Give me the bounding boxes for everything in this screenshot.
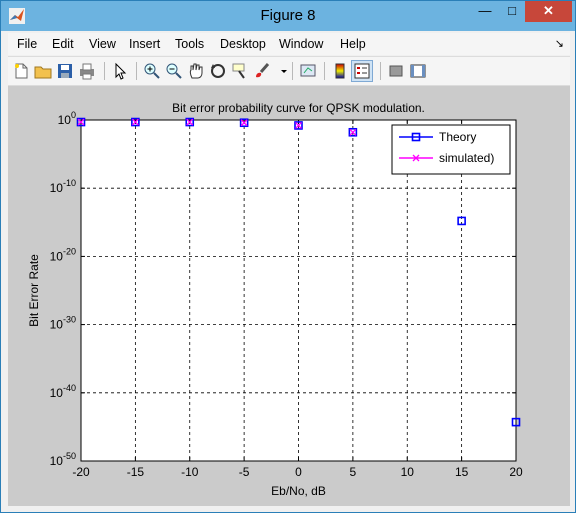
simulated-legend-label: simulated)	[439, 151, 494, 165]
colorbar-icon[interactable]	[330, 61, 350, 81]
edit-plot-icon[interactable]	[110, 61, 130, 81]
close-button[interactable]: ✕	[525, 1, 572, 22]
save-icon[interactable]	[55, 61, 75, 81]
figure-canvas[interactable]: -20 -15 -10 -5 0 5 10 15 20 100 10-10 10-20 10-30 10-…	[8, 86, 570, 506]
menu-tools[interactable]: Tools	[175, 37, 204, 51]
x-tick-label: -5	[239, 465, 250, 479]
menu-window[interactable]: Window	[279, 37, 323, 51]
menu-view[interactable]: View	[89, 37, 116, 51]
print-icon[interactable]	[77, 61, 97, 81]
title-bar[interactable]: Figure 8 — □ ✕	[1, 1, 575, 31]
x-tick-label: 10	[401, 465, 415, 479]
figure-toolbar	[8, 56, 570, 86]
brush-dropdown-icon[interactable]	[274, 61, 287, 81]
x-tick-label: 5	[350, 465, 357, 479]
menu-desktop[interactable]: Desktop	[220, 37, 266, 51]
menu-bar: File Edit View Insert Tools Desktop Wind…	[8, 33, 570, 55]
x-tick-label: 20	[509, 465, 523, 479]
menu-edit[interactable]: Edit	[52, 37, 74, 51]
legend-icon[interactable]	[351, 60, 373, 82]
dock-arrow-icon[interactable]: ↘	[555, 37, 564, 50]
zoom-out-icon[interactable]	[164, 61, 184, 81]
y-tick-label: 10-40	[50, 383, 76, 400]
minimize-button[interactable]: —	[471, 1, 499, 22]
menu-help[interactable]: Help	[340, 37, 366, 51]
menu-file[interactable]: File	[17, 37, 37, 51]
data-cursor-icon[interactable]	[230, 61, 250, 81]
figure-window: Figure 8 — □ ✕ File Edit View Insert Too…	[0, 0, 576, 513]
y-tick-label: 10-20	[50, 246, 76, 263]
menu-insert[interactable]: Insert	[129, 37, 160, 51]
hide-plot-tools-icon[interactable]	[386, 61, 406, 81]
pan-icon[interactable]	[186, 61, 206, 81]
y-tick-label: 10-30	[50, 315, 76, 332]
legend: Theory simulated)	[391, 124, 511, 175]
brush-icon[interactable]	[252, 61, 272, 81]
y-axis-label: Bit Error Rate	[27, 254, 41, 327]
y-tick-label: 100	[58, 110, 76, 127]
x-tick-label: 15	[455, 465, 469, 479]
x-axis-label: Eb/No, dB	[271, 484, 326, 498]
chart-title: Bit error probability curve for QPSK mod…	[172, 101, 425, 115]
link-plot-icon[interactable]	[298, 61, 318, 81]
rotate-3d-icon[interactable]	[208, 61, 228, 81]
plot-area[interactable]: -20 -15 -10 -5 0 5 10 15 20 100 10-10 10-20 10-30 10-…	[8, 86, 570, 506]
maximize-button[interactable]: □	[499, 1, 525, 22]
x-tick-label: -15	[127, 465, 145, 479]
y-tick-label: 10-10	[50, 178, 76, 195]
zoom-in-icon[interactable]	[142, 61, 162, 81]
show-plot-tools-icon[interactable]	[408, 61, 428, 81]
x-tick-label: 0	[295, 465, 302, 479]
theory-legend-label: Theory	[439, 130, 476, 144]
open-file-icon[interactable]	[33, 61, 53, 81]
new-figure-icon[interactable]	[11, 61, 31, 81]
x-tick-label: -10	[181, 465, 199, 479]
x-tick-label: -20	[72, 465, 90, 479]
